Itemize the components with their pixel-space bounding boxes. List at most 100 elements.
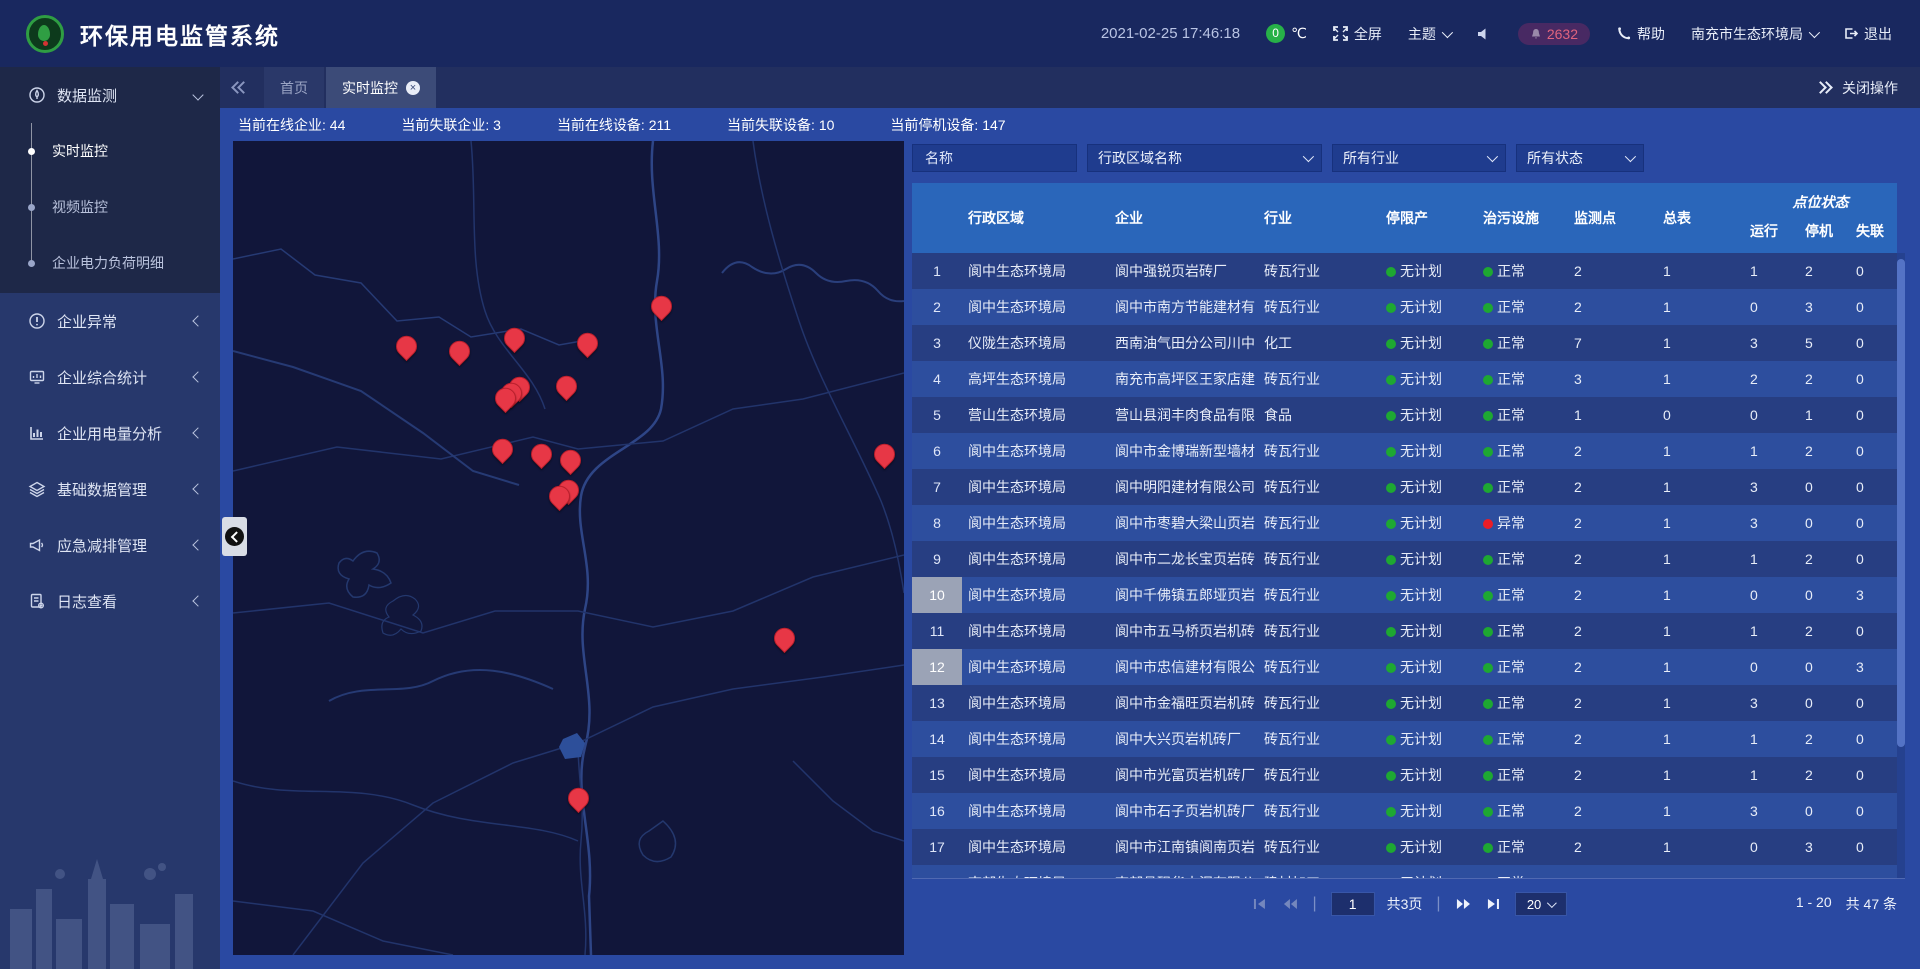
map-pin-icon[interactable] [531,444,553,466]
sidebar-group-header[interactable]: 企业用电量分析 [0,405,220,461]
table-row[interactable]: 6 阆中生态环境局 阆中市金博瑞新型墙材 砖瓦行业 无计划 正常 2 1 1 2… [912,433,1897,469]
cell-monitor-count: 3 [1568,361,1657,397]
help-button[interactable]: 帮助 [1616,24,1665,44]
sidebar-sub-item[interactable]: 企业电力负荷明细 [0,235,220,291]
chevron-icon [192,89,203,100]
map-pin-icon[interactable] [492,439,514,461]
map-pin-icon[interactable] [396,336,418,358]
status-dot-icon [1483,627,1493,637]
table-row[interactable]: 5 营山生态环境局 营山县润丰肉食品有限 食品 无计划 正常 1 0 0 1 0 [912,397,1897,433]
map-pin-icon[interactable] [568,788,590,810]
map-pin-icon[interactable] [549,486,571,508]
map-pin-icon[interactable] [556,376,578,398]
fullscreen-button[interactable]: 全屏 [1333,24,1382,44]
name-search-input[interactable] [923,149,1066,167]
table-row[interactable]: 18 南部生态环境局 南部县砚华水泥有限公 建材加工 无计划 正常 6 0 0 … [912,865,1897,878]
filter-row: 行政区域名称 所有行业 所有状态 [912,144,1905,172]
map-pin-icon[interactable] [449,341,471,363]
scrollbar-thumb[interactable] [1897,259,1905,747]
help-label: 帮助 [1637,24,1665,44]
tabs-scroll-left-button[interactable] [220,67,264,108]
sidebar-group-header[interactable]: 基础数据管理 [0,461,220,517]
next-page-button[interactable] [1455,895,1473,913]
table-row[interactable]: 2 阆中生态环境局 阆中市南方节能建材有 砖瓦行业 无计划 正常 2 1 0 3… [912,289,1897,325]
map-pin-icon[interactable] [495,388,517,410]
industry-select[interactable]: 所有行业 [1332,144,1506,172]
region-select-value: 行政区域名称 [1098,148,1182,168]
cell-stopped-count: 3 [1799,829,1850,865]
table-row[interactable]: 1 阆中生态环境局 阆中强锐页岩砖厂 砖瓦行业 无计划 正常 2 1 1 2 0 [912,253,1897,289]
table-row[interactable]: 12 阆中生态环境局 阆中市忠信建材有限公 砖瓦行业 无计划 正常 2 1 0 … [912,649,1897,685]
table-row[interactable]: 17 阆中生态环境局 阆中市江南镇阆南页岩 砖瓦行业 无计划 正常 2 1 0 … [912,829,1897,865]
map-pin-icon[interactable] [874,444,896,466]
cell-index: 1 [912,253,962,289]
status-dot-icon [1386,267,1396,277]
sidebar-sub-item[interactable]: 视频监控 [0,179,220,235]
first-page-button[interactable] [1250,895,1268,913]
sidebar-group-header[interactable]: 企业综合统计 [0,349,220,405]
cell-stop-status: 无计划 [1380,865,1477,878]
sidebar-sub-item-label: 视频监控 [52,197,108,217]
speaker-icon [1476,26,1492,42]
cell-lost-count: 0 [1850,757,1897,793]
page-size-select[interactable]: 20 [1515,892,1567,916]
close-operations-button[interactable]: 关闭操作 [1842,78,1898,98]
status-select[interactable]: 所有状态 [1516,144,1644,172]
page-number-input[interactable] [1331,892,1375,916]
table-row[interactable]: 16 阆中生态环境局 阆中市石子页岩机砖厂 砖瓦行业 无计划 正常 2 1 3 … [912,793,1897,829]
table-header: 行政区域 企业 行业 停限产 治污设施 监测点 总表 运行 停机 失联 点位状态 [912,183,1897,253]
sidebar-group-header[interactable]: 应急减排管理 [0,517,220,573]
name-search-field[interactable] [912,144,1077,172]
region-select[interactable]: 行政区域名称 [1087,144,1322,172]
tab[interactable]: 首页 [264,67,324,108]
cell-industry: 建材加工 [1258,865,1380,878]
cell-monitor-count: 2 [1568,649,1657,685]
cell-stop-status: 无计划 [1380,469,1477,505]
sidebar-sub-item[interactable]: 实时监控 [0,123,220,179]
stats-bar: 当前在线企业: 44 当前失联企业: 3 当前在线设备: 211 当前失联设备:… [220,108,1920,141]
status-dot-icon [1483,591,1493,601]
chevron-down-icon [1442,26,1453,37]
status-dot-icon [1483,375,1493,385]
table-scrollbar[interactable] [1897,253,1905,878]
map-pin-icon[interactable] [774,628,796,650]
cell-facility-status: 正常 [1477,397,1568,433]
map-canvas[interactable] [233,141,904,955]
alert-counter[interactable]: 2632 [1518,23,1590,45]
logout-button[interactable]: 退出 [1843,24,1892,44]
tab-label: 首页 [280,78,308,98]
cell-monitor-count: 2 [1568,613,1657,649]
table-row[interactable]: 3 仪陇生态环境局 西南油气田分公司川中 化工 无计划 正常 7 1 3 5 0 [912,325,1897,361]
tab[interactable]: 实时监控 × [326,67,436,108]
sidebar-group-header[interactable]: 企业异常 [0,293,220,349]
prev-page-button[interactable] [1280,895,1298,913]
table-row[interactable]: 10 阆中生态环境局 阆中千佛镇五郎垭页岩 砖瓦行业 无计划 正常 2 1 0 … [912,577,1897,613]
map-pin-icon[interactable] [560,450,582,472]
table-row[interactable]: 15 阆中生态环境局 阆中市光富页岩机砖厂 砖瓦行业 无计划 正常 2 1 1 … [912,757,1897,793]
sidebar-group-header[interactable]: 日志查看 [0,573,220,629]
table-row[interactable]: 9 阆中生态环境局 阆中市二龙长宝页岩砖 砖瓦行业 无计划 正常 2 1 1 2… [912,541,1897,577]
cell-index: 12 [912,649,962,685]
sound-button[interactable] [1476,26,1492,42]
tabs-scroll-right-button[interactable] [1816,83,1828,92]
temperature: 0 ℃ [1266,24,1307,43]
table-row[interactable]: 13 阆中生态环境局 阆中市金福旺页岩机砖 砖瓦行业 无计划 正常 2 1 3 … [912,685,1897,721]
map-pin-icon[interactable] [504,328,526,350]
table-row[interactable]: 8 阆中生态环境局 阆中市枣碧大梁山页岩 砖瓦行业 无计划 异常 2 1 3 0… [912,505,1897,541]
stat-value: 44 [330,117,346,133]
cell-region: 阆中生态环境局 [962,469,1109,505]
last-page-button[interactable] [1485,895,1503,913]
sidebar-group-header[interactable]: 数据监测 [0,67,220,123]
sidebar-group-label: 企业综合统计 [57,367,183,388]
theme-button[interactable]: 主题 [1408,24,1450,44]
panel-collapse-handle[interactable] [222,517,247,556]
map-pin-icon[interactable] [577,333,599,355]
map-pin-icon[interactable] [651,296,673,318]
tab-close-icon[interactable]: × [406,81,420,95]
table-row[interactable]: 14 阆中生态环境局 阆中大兴页岩机砖厂 砖瓦行业 无计划 正常 2 1 1 2… [912,721,1897,757]
table-row[interactable]: 7 阆中生态环境局 阆中明阳建材有限公司 砖瓦行业 无计划 正常 2 1 3 0… [912,469,1897,505]
table-row[interactable]: 4 高坪生态环境局 南充市高坪区王家店建 砖瓦行业 无计划 正常 3 1 2 2… [912,361,1897,397]
org-menu-button[interactable]: 南充市生态环境局 [1691,24,1817,44]
stat-label: 当前在线企业: [238,117,326,133]
table-row[interactable]: 11 阆中生态环境局 阆中市五马桥页岩机砖 砖瓦行业 无计划 正常 2 1 1 … [912,613,1897,649]
